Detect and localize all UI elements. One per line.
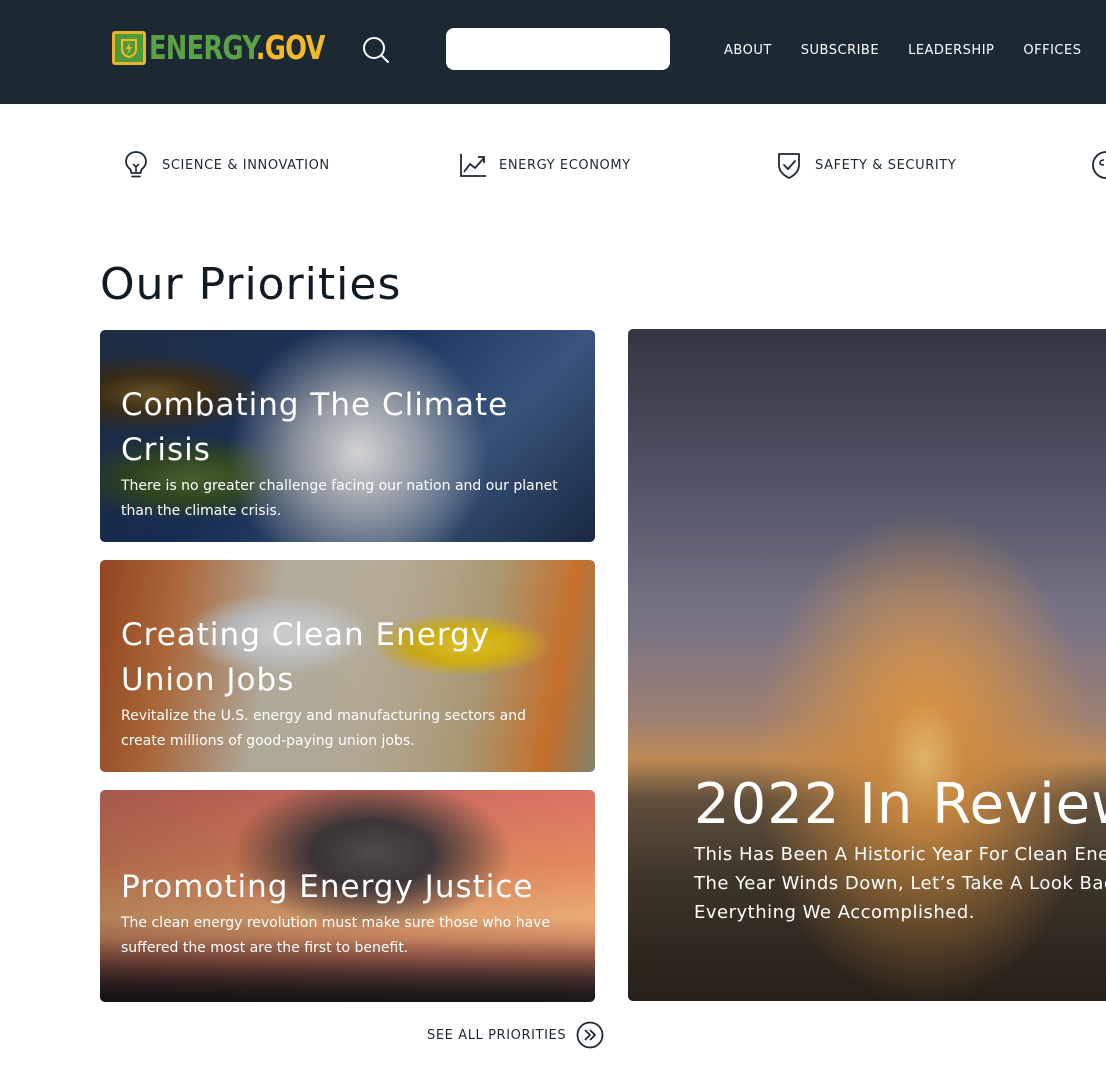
card-description: Revitalize the U.S. energy and manufactu…: [121, 708, 526, 749]
topic-energy-economy[interactable]: ENERGY ECONOMY: [457, 147, 631, 183]
logo-text: ENERGY.GOV: [149, 30, 325, 66]
card-title: Combating The Climate Crisis: [121, 383, 541, 473]
card-title-line: Crisis: [121, 432, 211, 468]
top-nav: ABOUT SUBSCRIBE LEADERSHIP OFFICES: [724, 40, 1106, 60]
card-title-line: Promoting Energy Justice: [121, 869, 534, 905]
feature-description: This Has Been A Historic Year For Clean …: [694, 844, 1106, 923]
topic-label: ENERGY ECONOMY: [499, 157, 631, 173]
shield-check-icon: [773, 149, 805, 181]
card-title: Creating Clean Energy Union Jobs: [121, 613, 541, 703]
logo-lightning-icon: [112, 31, 146, 65]
priority-card-energy-justice[interactable]: Promoting Energy Justice The clean energ…: [100, 790, 595, 1002]
see-all-label: SEE ALL PRIORITIES: [427, 1027, 567, 1043]
card-description: There is no greater challenge facing our…: [121, 478, 558, 519]
priority-card-climate[interactable]: Combating The Climate Crisis There is no…: [100, 330, 595, 542]
energy-gov-logo[interactable]: ENERGY.GOV: [112, 30, 374, 66]
double-chevron-right-icon: [576, 1021, 604, 1049]
site-header: ENERGY.GOV ABOUT SUBSCRIBE LEADERSHIP OF…: [0, 0, 1106, 104]
nav-leadership[interactable]: LEADERSHIP: [908, 43, 994, 58]
nav-about[interactable]: ABOUT: [724, 43, 772, 58]
card-description: The clean energy revolution must make su…: [121, 915, 551, 956]
see-all-priorities-link[interactable]: SEE ALL PRIORITIES: [427, 1020, 604, 1050]
card-title: Promoting Energy Justice: [121, 865, 541, 910]
chart-trend-icon: [457, 149, 489, 181]
feature-card-2022-review[interactable]: 2022 In Review This Has Been A Historic …: [628, 329, 1106, 1001]
lightbulb-icon: [120, 149, 152, 181]
topic-clipped[interactable]: [1090, 147, 1106, 183]
topic-label: SAFETY & SECURITY: [815, 157, 957, 173]
search-input[interactable]: [446, 28, 670, 70]
search-button[interactable]: [360, 34, 392, 66]
search-icon: [363, 37, 389, 63]
topic-science-innovation[interactable]: SCIENCE & INNOVATION: [120, 147, 330, 183]
card-title-line: Creating Clean Energy: [121, 617, 491, 653]
priority-card-union-jobs[interactable]: Creating Clean Energy Union Jobs Revital…: [100, 560, 595, 772]
nav-offices[interactable]: OFFICES: [1023, 43, 1081, 58]
card-title-line: Combating The Climate: [121, 387, 509, 423]
logo-text-suffix: .GOV: [255, 28, 326, 67]
topic-label: SCIENCE & INNOVATION: [162, 157, 330, 173]
topic-safety-security[interactable]: SAFETY & SECURITY: [773, 147, 956, 183]
feature-title: 2022 In Review: [694, 772, 1106, 837]
nav-subscribe[interactable]: SUBSCRIBE: [801, 43, 879, 58]
card-title-line: Union Jobs: [121, 662, 295, 698]
logo-text-main: ENERGY: [149, 28, 257, 67]
dollar-circle-icon: [1090, 149, 1106, 181]
page-title: Our Priorities: [100, 259, 402, 310]
